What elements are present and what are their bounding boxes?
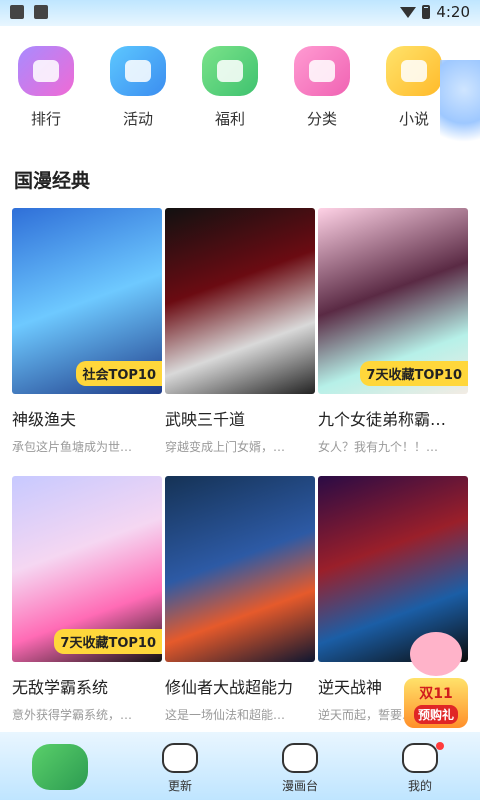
tab-comic-stage[interactable]: 漫画台 — [240, 732, 360, 800]
comic-title: 修仙者大战超能力 — [165, 678, 294, 697]
section-title: 国漫经典 — [14, 170, 91, 192]
promo-line1: 双11 — [419, 685, 453, 702]
nav-label: 排行 — [30, 110, 61, 128]
tab-label: 更新 — [167, 779, 192, 793]
status-bar: 4:20 — [0, 0, 480, 26]
rank-badge: 7天收藏TOP10 — [54, 629, 162, 654]
comic-card[interactable]: 武映三千道 穿越变成上门女婿，… — [165, 208, 315, 455]
wifi-icon — [400, 6, 417, 18]
status-time: 4:20 — [436, 3, 470, 21]
rank-badge: 社会TOP10 — [76, 361, 162, 386]
comic-cover[interactable]: 7天收藏TOP10 — [318, 208, 468, 394]
promo-line2: 预购礼 — [413, 704, 458, 724]
tab-update[interactable]: 更新 — [120, 732, 240, 800]
status-right: 4:20 — [400, 3, 470, 21]
rank-badge: 7天收藏TOP10 — [360, 361, 468, 386]
tab-label: 我的 — [407, 779, 432, 793]
notification-icon — [10, 5, 24, 19]
update-icon — [162, 743, 198, 773]
profile-icon — [402, 743, 438, 773]
comic-card[interactable]: 修仙者大战超能力 这是一场仙法和超能… — [165, 476, 315, 723]
home-icon — [32, 744, 88, 790]
notification-dot — [436, 742, 444, 750]
category-icon — [294, 46, 350, 96]
nav-label: 活动 — [122, 110, 153, 128]
pig-mascot-icon — [410, 632, 462, 676]
novel-icon — [386, 46, 442, 96]
comic-title: 无敌学霸系统 — [12, 678, 109, 697]
activity-icon — [110, 46, 166, 96]
comic-desc: 这是一场仙法和超能… — [165, 708, 286, 722]
comic-cover[interactable]: 7天收藏TOP10 — [12, 476, 162, 662]
comic-desc: 承包这片鱼塘成为世… — [12, 440, 133, 454]
comic-cover[interactable]: 社会TOP10 — [12, 208, 162, 394]
nav-item-category[interactable]: 分类 — [276, 46, 368, 136]
tab-home[interactable] — [0, 732, 120, 800]
ranking-icon — [18, 46, 74, 96]
image-icon — [34, 5, 48, 19]
battery-icon — [422, 5, 431, 19]
comic-desc: 意外获得学霸系统，… — [12, 708, 133, 722]
comic-card[interactable]: 7天收藏TOP10 九个女徒弟称霸… 女人？我有九个！！… — [318, 208, 468, 455]
top-nav: 排行 活动 福利 分类 小说 — [0, 46, 480, 136]
comic-cover[interactable] — [165, 208, 315, 394]
nav-label: 分类 — [306, 110, 337, 128]
tab-profile[interactable]: 我的 — [360, 732, 480, 800]
comic-card[interactable]: 社会TOP10 神级渔夫 承包这片鱼塘成为世… — [12, 208, 162, 455]
mascot-sign-in-icon[interactable] — [440, 60, 480, 160]
nav-label: 福利 — [214, 110, 245, 128]
promo-ticket: 双11 预购礼 — [404, 678, 468, 728]
tab-label: 漫画台 — [281, 779, 318, 793]
status-left — [10, 5, 48, 19]
gift-icon — [202, 46, 258, 96]
bottom-tab-bar: 更新 漫画台 我的 — [0, 732, 480, 800]
nav-item-ranking[interactable]: 排行 — [0, 46, 92, 136]
comic-stage-icon — [282, 743, 318, 773]
comic-desc: 女人？我有九个！！… — [318, 440, 439, 454]
comic-title: 神级渔夫 — [12, 410, 77, 429]
comic-cover[interactable] — [165, 476, 315, 662]
promo-float-button[interactable]: 双11 预购礼 — [404, 632, 468, 728]
comic-title: 武映三千道 — [165, 410, 246, 429]
nav-label: 小说 — [398, 110, 429, 128]
comic-desc: 穿越变成上门女婿，… — [165, 440, 286, 454]
comic-card[interactable]: 7天收藏TOP10 无敌学霸系统 意外获得学霸系统，… — [12, 476, 162, 723]
nav-item-gift[interactable]: 福利 — [184, 46, 276, 136]
nav-item-activity[interactable]: 活动 — [92, 46, 184, 136]
comic-title: 九个女徒弟称霸… — [318, 410, 447, 429]
